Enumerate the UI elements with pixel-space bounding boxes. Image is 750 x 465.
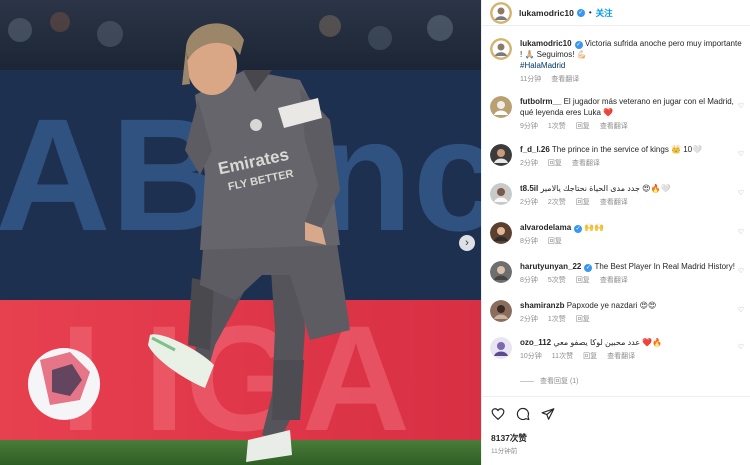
author-avatar[interactable]: [490, 1, 512, 24]
comment-item: alvarodelama ✓ 🙌🙌 8分钟 回复 ♡: [490, 222, 748, 246]
comment-text: 🙌🙌: [584, 223, 605, 232]
translate-link[interactable]: 查看翻译: [551, 74, 579, 84]
comment-avatar[interactable]: [490, 261, 512, 283]
post-actions: 8137次赞 11分钟前: [482, 396, 750, 465]
translate-link[interactable]: 查看翻译: [600, 121, 628, 131]
caption-username[interactable]: lukamodric10: [520, 39, 572, 48]
reply-button[interactable]: 回复: [548, 236, 562, 246]
comment-time: 10分钟: [520, 353, 542, 360]
comment-icon[interactable]: [516, 407, 530, 421]
share-icon[interactable]: [541, 407, 555, 421]
follow-button[interactable]: 关注: [596, 7, 613, 19]
translate-link[interactable]: 查看翻译: [572, 158, 600, 168]
comment-likes[interactable]: 11次赞: [552, 351, 573, 361]
translate-link[interactable]: 查看翻译: [607, 351, 635, 361]
caption-hashtag[interactable]: #HalaMadrid: [520, 60, 746, 71]
reply-button[interactable]: 回复: [583, 351, 597, 361]
comment-item: futbolrm__ El jugador más veterano en ju…: [490, 96, 748, 131]
reply-button[interactable]: 回复: [576, 121, 590, 131]
separator-dot: •: [588, 8, 592, 17]
comment-item: t8.5il جدد مدى الحياة نحتاجك يالامير 😍🔥🤍…: [490, 183, 748, 207]
comment-like-heart-icon[interactable]: ♡: [738, 306, 744, 314]
comment-likes[interactable]: 1次赞: [548, 121, 566, 131]
verified-icon: ✓: [574, 225, 583, 233]
comment-item: f_d_l.26 The prince in the service of ki…: [490, 144, 748, 168]
comment-like-heart-icon[interactable]: ♡: [738, 343, 744, 351]
next-image-button[interactable]: ›: [459, 235, 475, 251]
comment-like-heart-icon[interactable]: ♡: [738, 102, 744, 110]
comment-avatar[interactable]: [490, 96, 512, 118]
post-time: 11分钟前: [491, 448, 518, 455]
comment-username[interactable]: shamiranzb: [520, 301, 564, 310]
comment-time: 9分钟: [520, 123, 538, 130]
verified-icon: ✓: [576, 8, 585, 17]
caption-time: 11分钟: [520, 76, 542, 83]
comment-time: 2分钟: [520, 316, 538, 323]
translate-link[interactable]: 查看翻译: [600, 275, 628, 285]
comment-item: harutyunyan_22 ✓ The Best Player In Real …: [490, 261, 748, 285]
comment-item: shamiranzb Papxode ye nazdari 😍😍 2分钟 1次赞回…: [490, 300, 748, 324]
comment-time: 2分钟: [520, 199, 538, 206]
comment-username[interactable]: ozo_112: [520, 338, 551, 347]
comment-text: The Best Player In Real Madrid History!: [594, 262, 735, 271]
verified-icon: ✓: [574, 41, 583, 49]
comment-like-heart-icon[interactable]: ♡: [738, 267, 744, 275]
replies-divider: [520, 380, 534, 382]
svg-text:I IGA: I IGA: [60, 294, 410, 462]
caption-text: lukamodric10 ✓ Victoria sufrida anoche pe…: [520, 38, 746, 60]
view-replies-label: 查看回复 (1): [540, 378, 579, 385]
post-side-panel: lukamodric10 ✓ • 关注 lukamodric10 ✓ Victor…: [481, 0, 750, 465]
comment-text: The prince in the service of kings 👑 10🤍: [551, 145, 703, 154]
comment-avatar[interactable]: [490, 144, 512, 166]
comment-likes[interactable]: 2次赞: [548, 197, 566, 207]
comment-item: ozo_112 عدد محبين لوكا يصفو معي ❤️🔥 10分钟…: [490, 337, 748, 361]
comment-username[interactable]: futbolrm__: [520, 97, 561, 106]
comment-time: 8分钟: [520, 277, 538, 284]
reply-button[interactable]: 回复: [576, 197, 590, 207]
comment-username[interactable]: alvarodelama: [520, 223, 571, 232]
reply-button[interactable]: 回复: [576, 314, 590, 324]
comment-text: Papxode ye nazdari 😍😍: [566, 301, 657, 310]
caption: lukamodric10 ✓ Victoria sufrida anoche pe…: [490, 38, 748, 84]
caption-avatar[interactable]: [490, 38, 512, 60]
instagram-post-viewer: ABanc I IGA: [0, 0, 750, 465]
comment-like-heart-icon[interactable]: ♡: [738, 189, 744, 197]
comment-username[interactable]: f_d_l.26: [520, 145, 550, 154]
comment-username[interactable]: t8.5il: [520, 184, 538, 193]
comment-avatar[interactable]: [490, 222, 512, 244]
comment-like-heart-icon[interactable]: ♡: [738, 228, 744, 236]
post-header: lukamodric10 ✓ • 关注: [482, 0, 750, 26]
verified-icon: ✓: [584, 264, 593, 272]
comment-text: جدد مدى الحياة نحتاجك يالامير 😍🔥🤍: [540, 184, 671, 193]
comment-likes[interactable]: 5次赞: [548, 275, 566, 285]
comment-avatar[interactable]: [490, 337, 512, 359]
comments-list[interactable]: lukamodric10 ✓ Victoria sufrida anoche pe…: [482, 30, 750, 396]
reply-button[interactable]: 回复: [576, 275, 590, 285]
comment-like-heart-icon[interactable]: ♡: [738, 150, 744, 158]
comment-username[interactable]: harutyunyan_22: [520, 262, 581, 271]
comment-time: 8分钟: [520, 238, 538, 245]
translate-link[interactable]: 查看翻译: [600, 197, 628, 207]
football-player-photo: ABanc I IGA: [0, 0, 481, 465]
post-image[interactable]: ABanc I IGA: [0, 0, 481, 465]
likes-count[interactable]: 8137次赞: [491, 432, 527, 444]
comment-time: 2分钟: [520, 160, 538, 167]
view-replies-button[interactable]: 查看回复 (1): [520, 376, 579, 386]
reply-button[interactable]: 回复: [548, 158, 562, 168]
comment-text: عدد محبين لوكا يصفو معي ❤️🔥: [553, 338, 663, 347]
comment-likes[interactable]: 1次赞: [548, 314, 566, 324]
author-username[interactable]: lukamodric10: [519, 8, 574, 18]
comment-avatar[interactable]: [490, 300, 512, 322]
comment-avatar[interactable]: [490, 183, 512, 205]
heart-icon[interactable]: [491, 407, 505, 421]
